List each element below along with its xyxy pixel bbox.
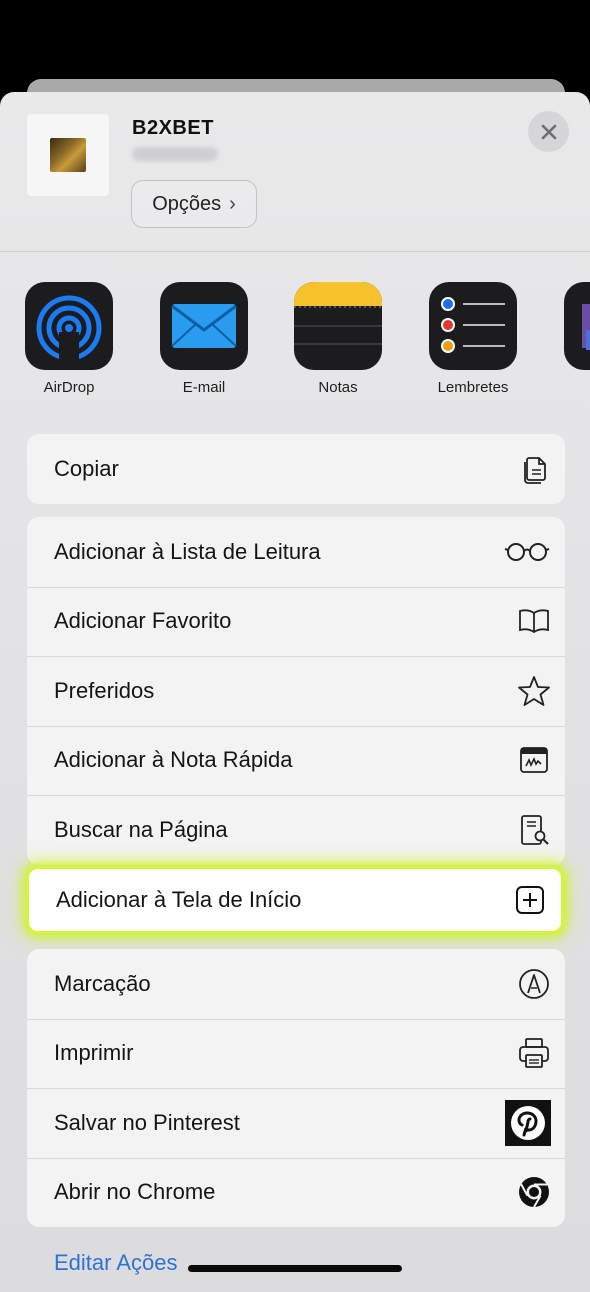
app-label: Notas — [318, 379, 358, 396]
action-add-bookmark[interactable]: Adicionar Favorito — [27, 586, 565, 657]
action-markup[interactable]: Marcação — [27, 949, 565, 1019]
thumbnail-image — [50, 138, 86, 172]
notes-icon — [294, 282, 382, 370]
header-divider — [0, 251, 590, 252]
app-airdrop[interactable]: AirDrop — [14, 282, 124, 396]
action-find-on-page[interactable]: Buscar na Página — [27, 795, 565, 865]
app-email[interactable]: E-mail — [149, 282, 259, 396]
action-save-pinterest[interactable]: Salvar no Pinterest — [27, 1088, 565, 1158]
options-label: Opções — [152, 192, 222, 215]
action-favorites[interactable]: Preferidos — [27, 656, 565, 726]
partial-app-icon — [564, 282, 590, 370]
app-notes[interactable]: Notas — [283, 282, 393, 396]
app-reminders[interactable]: Lembretes — [418, 282, 528, 396]
action-label: Adicionar à Nota Rápida — [54, 747, 293, 773]
close-icon — [541, 124, 556, 139]
printer-icon — [517, 1036, 551, 1070]
book-icon — [517, 604, 551, 638]
glasses-icon — [503, 535, 551, 569]
options-button[interactable]: Opções › — [131, 180, 257, 228]
action-label: Adicionar à Lista de Leitura — [54, 538, 321, 564]
quick-note-icon — [517, 743, 551, 777]
copy-icon — [517, 452, 551, 486]
chrome-icon — [517, 1175, 551, 1209]
more-actions-group: Marcação Imprimir Salvar no Pinterest Ab… — [27, 949, 565, 1227]
app-label: Lembretes — [437, 379, 509, 396]
app-partial[interactable] — [553, 282, 590, 370]
app-label: E-mail — [182, 379, 226, 396]
action-print[interactable]: Imprimir — [27, 1018, 565, 1089]
action-label: Copiar — [54, 455, 119, 481]
action-label: Preferidos — [54, 677, 155, 703]
action-label: Adicionar Favorito — [54, 608, 232, 634]
share-subtitle-blurred — [132, 147, 218, 161]
site-thumbnail — [27, 114, 109, 196]
action-copy[interactable]: Copiar — [27, 434, 565, 504]
share-title: B2XBET — [132, 117, 214, 139]
pinterest-icon — [505, 1099, 551, 1146]
airdrop-icon — [25, 282, 113, 370]
action-label: Marcação — [54, 970, 151, 996]
action-label: Buscar na Página — [54, 816, 228, 842]
add-square-icon — [513, 883, 547, 917]
app-label: AirDrop — [43, 379, 95, 396]
action-label: Salvar no Pinterest — [54, 1109, 240, 1135]
star-icon — [517, 674, 551, 708]
chevron-right-icon: › — [229, 192, 236, 215]
actions-group: Adicionar à Lista de Leitura Adicionar F… — [27, 517, 565, 865]
copy-group: Copiar — [27, 434, 565, 504]
reminders-icon — [429, 282, 517, 370]
action-quick-note[interactable]: Adicionar à Nota Rápida — [27, 725, 565, 796]
action-open-chrome[interactable]: Abrir no Chrome — [27, 1157, 565, 1228]
action-label: Abrir no Chrome — [54, 1179, 216, 1205]
close-button[interactable] — [528, 111, 569, 152]
mail-icon — [160, 282, 248, 370]
action-add-to-home-screen[interactable]: Adicionar à Tela de Início — [27, 867, 563, 933]
action-label: Imprimir — [54, 1040, 134, 1066]
find-in-page-icon — [517, 813, 551, 847]
action-reading-list[interactable]: Adicionar à Lista de Leitura — [27, 517, 565, 587]
share-sheet: B2XBET Opções › AirDrop E-mail Notas Lem… — [0, 92, 590, 1292]
markup-icon — [517, 967, 551, 1001]
edit-actions-link[interactable]: Editar Ações — [54, 1250, 178, 1276]
home-indicator[interactable] — [188, 1265, 402, 1272]
action-label: Adicionar à Tela de Início — [56, 887, 302, 912]
